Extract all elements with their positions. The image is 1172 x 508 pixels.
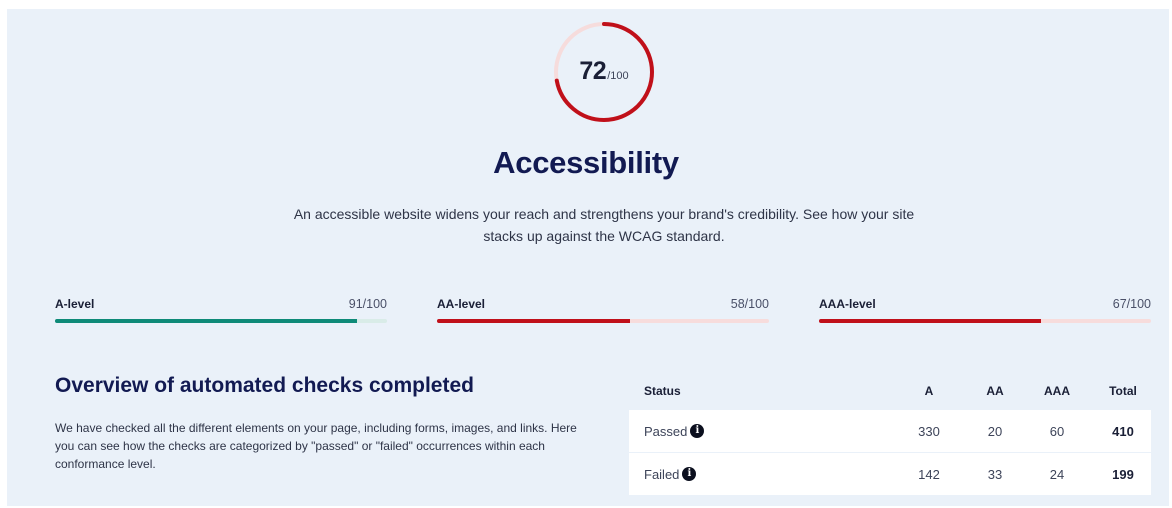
status-cell: Failed i [644, 453, 697, 495]
cell-aa: 20 [987, 423, 1003, 439]
cell-a: 142 [918, 466, 940, 482]
level-aa-score: 58/100 [730, 297, 769, 311]
cell-aa: 33 [987, 466, 1003, 482]
level-a-score: 91/100 [348, 297, 387, 311]
table-row-passed: Passed i 330 20 60 410 [629, 410, 1151, 452]
level-a-track [55, 319, 387, 323]
cell-a: 330 [918, 423, 940, 439]
checks-table-header: Status A AA AAA Total [629, 374, 1151, 408]
level-aa-track [437, 319, 769, 323]
header-status: Status [644, 384, 681, 398]
status-label: Failed [644, 466, 680, 482]
level-aaa-bar [819, 319, 1042, 323]
level-a: A-level 91/100 [55, 297, 387, 327]
level-aaa: AAA-level 67/100 [819, 297, 1151, 327]
header-aaa: AAA [1044, 384, 1070, 398]
score-max: /100 [607, 70, 629, 82]
level-aa: AA-level 58/100 [437, 297, 769, 327]
status-cell: Passed i [644, 410, 705, 452]
cell-aaa: 60 [1049, 423, 1065, 439]
cell-aaa: 24 [1049, 466, 1065, 482]
page-title: Accessibility [493, 145, 679, 180]
score-value: 72/100 [552, 57, 656, 86]
level-aa-bar [437, 319, 630, 323]
status-label: Passed [644, 423, 688, 439]
overview-title: Overview of automated checks completed [55, 374, 474, 397]
table-row-failed: Failed i 142 33 24 199 [629, 453, 1151, 495]
cell-total: 199 [1112, 466, 1134, 482]
level-a-bar [55, 319, 358, 323]
level-aaa-track [819, 319, 1151, 323]
info-icon[interactable]: i [682, 467, 697, 481]
level-a-name: A-level [55, 297, 95, 311]
info-icon[interactable]: i [690, 424, 705, 438]
cell-total: 410 [1112, 423, 1134, 439]
header-total: Total [1109, 384, 1137, 398]
header-aa: AA [986, 384, 1004, 398]
level-aaa-score: 67/100 [1112, 297, 1151, 311]
level-aa-name: AA-level [437, 297, 486, 311]
score-gauge: 72/100 [552, 20, 656, 124]
score-number: 72 [579, 57, 607, 85]
header-a: A [924, 384, 934, 398]
overview-description: We have checked all the different elemen… [55, 421, 577, 471]
page-description: An accessible website widens your reach … [293, 206, 915, 244]
level-aaa-name: AAA-level [819, 297, 876, 311]
